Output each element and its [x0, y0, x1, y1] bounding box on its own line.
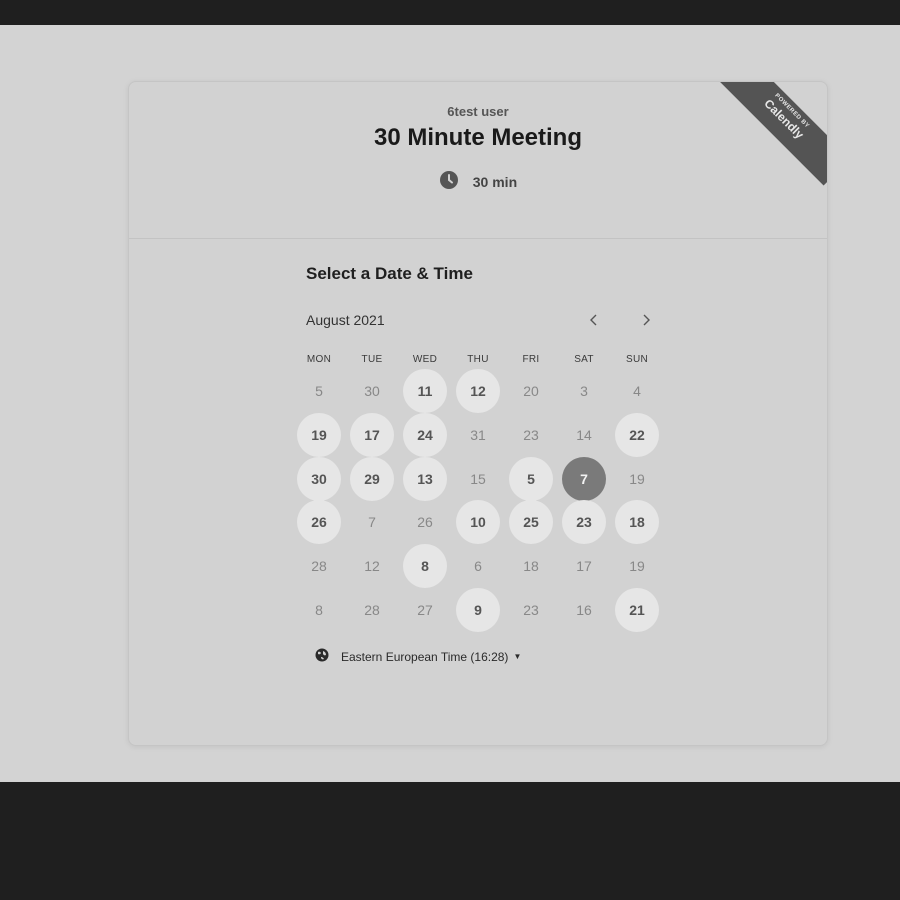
- chevron-right-icon: [643, 314, 650, 326]
- calendar-day-disabled: 5: [315, 383, 323, 399]
- calendar-day-available[interactable]: 5: [509, 456, 553, 501]
- calendar-day-disabled: 26: [417, 514, 433, 531]
- calendar-day-disabled: 28: [311, 558, 327, 575]
- weekday-label-fri: FRI: [522, 354, 540, 365]
- calendar-day-disabled: 31: [470, 426, 486, 443]
- calendar-day-available[interactable]: 25: [509, 500, 553, 545]
- calendar-day-selected[interactable]: 7: [562, 456, 606, 501]
- calendar-day-disabled: 4: [633, 383, 641, 399]
- month-label: August 2021: [306, 312, 385, 328]
- calendar-day-available[interactable]: 12: [456, 369, 500, 413]
- calendar-day-available[interactable]: 9: [456, 588, 500, 632]
- calendar-day-disabled: 20: [523, 383, 539, 399]
- weekday-label-sun: SUN: [625, 354, 648, 365]
- event-title: 30 Minute Meeting: [373, 124, 583, 151]
- timezone-selector[interactable]: Eastern European Time (16:28) ▼: [315, 648, 521, 665]
- calendar-day-available[interactable]: 8: [403, 544, 447, 589]
- calendar-day-disabled: 17: [576, 558, 592, 575]
- calendar-day-available[interactable]: 18: [615, 500, 659, 545]
- calendar-day-disabled: 19: [629, 558, 645, 575]
- calendar-day-available[interactable]: 21: [615, 588, 659, 632]
- calendar-day-disabled: 15: [470, 470, 486, 487]
- page-viewport: 6test user 30 Minute Meeting 30 min POWE…: [0, 25, 900, 782]
- host-name: 6test user: [447, 104, 509, 119]
- section-title: Select a Date & Time: [306, 264, 473, 283]
- globe-icon: [315, 648, 329, 665]
- caret-down-icon: ▼: [513, 652, 522, 661]
- weekday-label-tue: TUE: [361, 354, 383, 365]
- calendar-day-disabled: 28: [364, 602, 380, 618]
- timezone-label: Eastern European Time (16:28): [341, 649, 509, 664]
- calendar-day-available[interactable]: 13: [403, 456, 447, 501]
- calendar-day-available[interactable]: 23: [562, 500, 606, 545]
- booking-card: 6test user 30 Minute Meeting 30 min POWE…: [128, 81, 828, 746]
- event-header: 6test user 30 Minute Meeting 30 min POWE…: [129, 82, 827, 239]
- calendar-day-available[interactable]: 26: [297, 500, 341, 545]
- calendar-day-available[interactable]: 19: [297, 412, 341, 457]
- calendar-day-disabled: 23: [523, 426, 539, 443]
- event-duration: 30 min: [129, 170, 827, 195]
- calendar-day-disabled: 16: [576, 602, 592, 618]
- duration-label: 30 min: [472, 174, 518, 191]
- weekday-label-wed: WED: [412, 354, 438, 365]
- calendar-day-available[interactable]: 17: [350, 412, 394, 457]
- weekday-label-sat: SAT: [574, 354, 594, 365]
- calendar-day-disabled: 27: [417, 602, 433, 618]
- calendar-day-available[interactable]: 11: [403, 369, 447, 413]
- weekday-label-thu: THU: [467, 354, 489, 365]
- calendar-day-disabled: 7: [368, 514, 376, 531]
- calendar-day-disabled: 30: [364, 383, 380, 399]
- calendar-day-disabled: 8: [315, 602, 323, 618]
- calendar-day-available[interactable]: 22: [615, 412, 659, 457]
- calendar-day-available[interactable]: 30: [297, 456, 341, 501]
- calendar-day-disabled: 12: [364, 558, 380, 575]
- next-month-button[interactable]: [634, 308, 658, 332]
- clock-icon: [439, 170, 459, 193]
- chevron-left-icon: [590, 314, 597, 326]
- calendar-day-disabled: 23: [523, 602, 539, 618]
- calendar-day-available[interactable]: 29: [350, 456, 394, 501]
- previous-month-button[interactable]: [582, 308, 606, 332]
- weekday-label-mon: MON: [306, 354, 332, 365]
- calendar-day-disabled: 19: [629, 470, 645, 487]
- calendar-day-available[interactable]: 10: [456, 500, 500, 545]
- calendar-day-disabled: 3: [580, 383, 588, 399]
- calendar-day-available[interactable]: 24: [403, 412, 447, 457]
- calendar-day-disabled: 14: [576, 426, 592, 443]
- calendar-day-disabled: 18: [523, 558, 539, 575]
- calendar-day-disabled: 6: [474, 558, 482, 575]
